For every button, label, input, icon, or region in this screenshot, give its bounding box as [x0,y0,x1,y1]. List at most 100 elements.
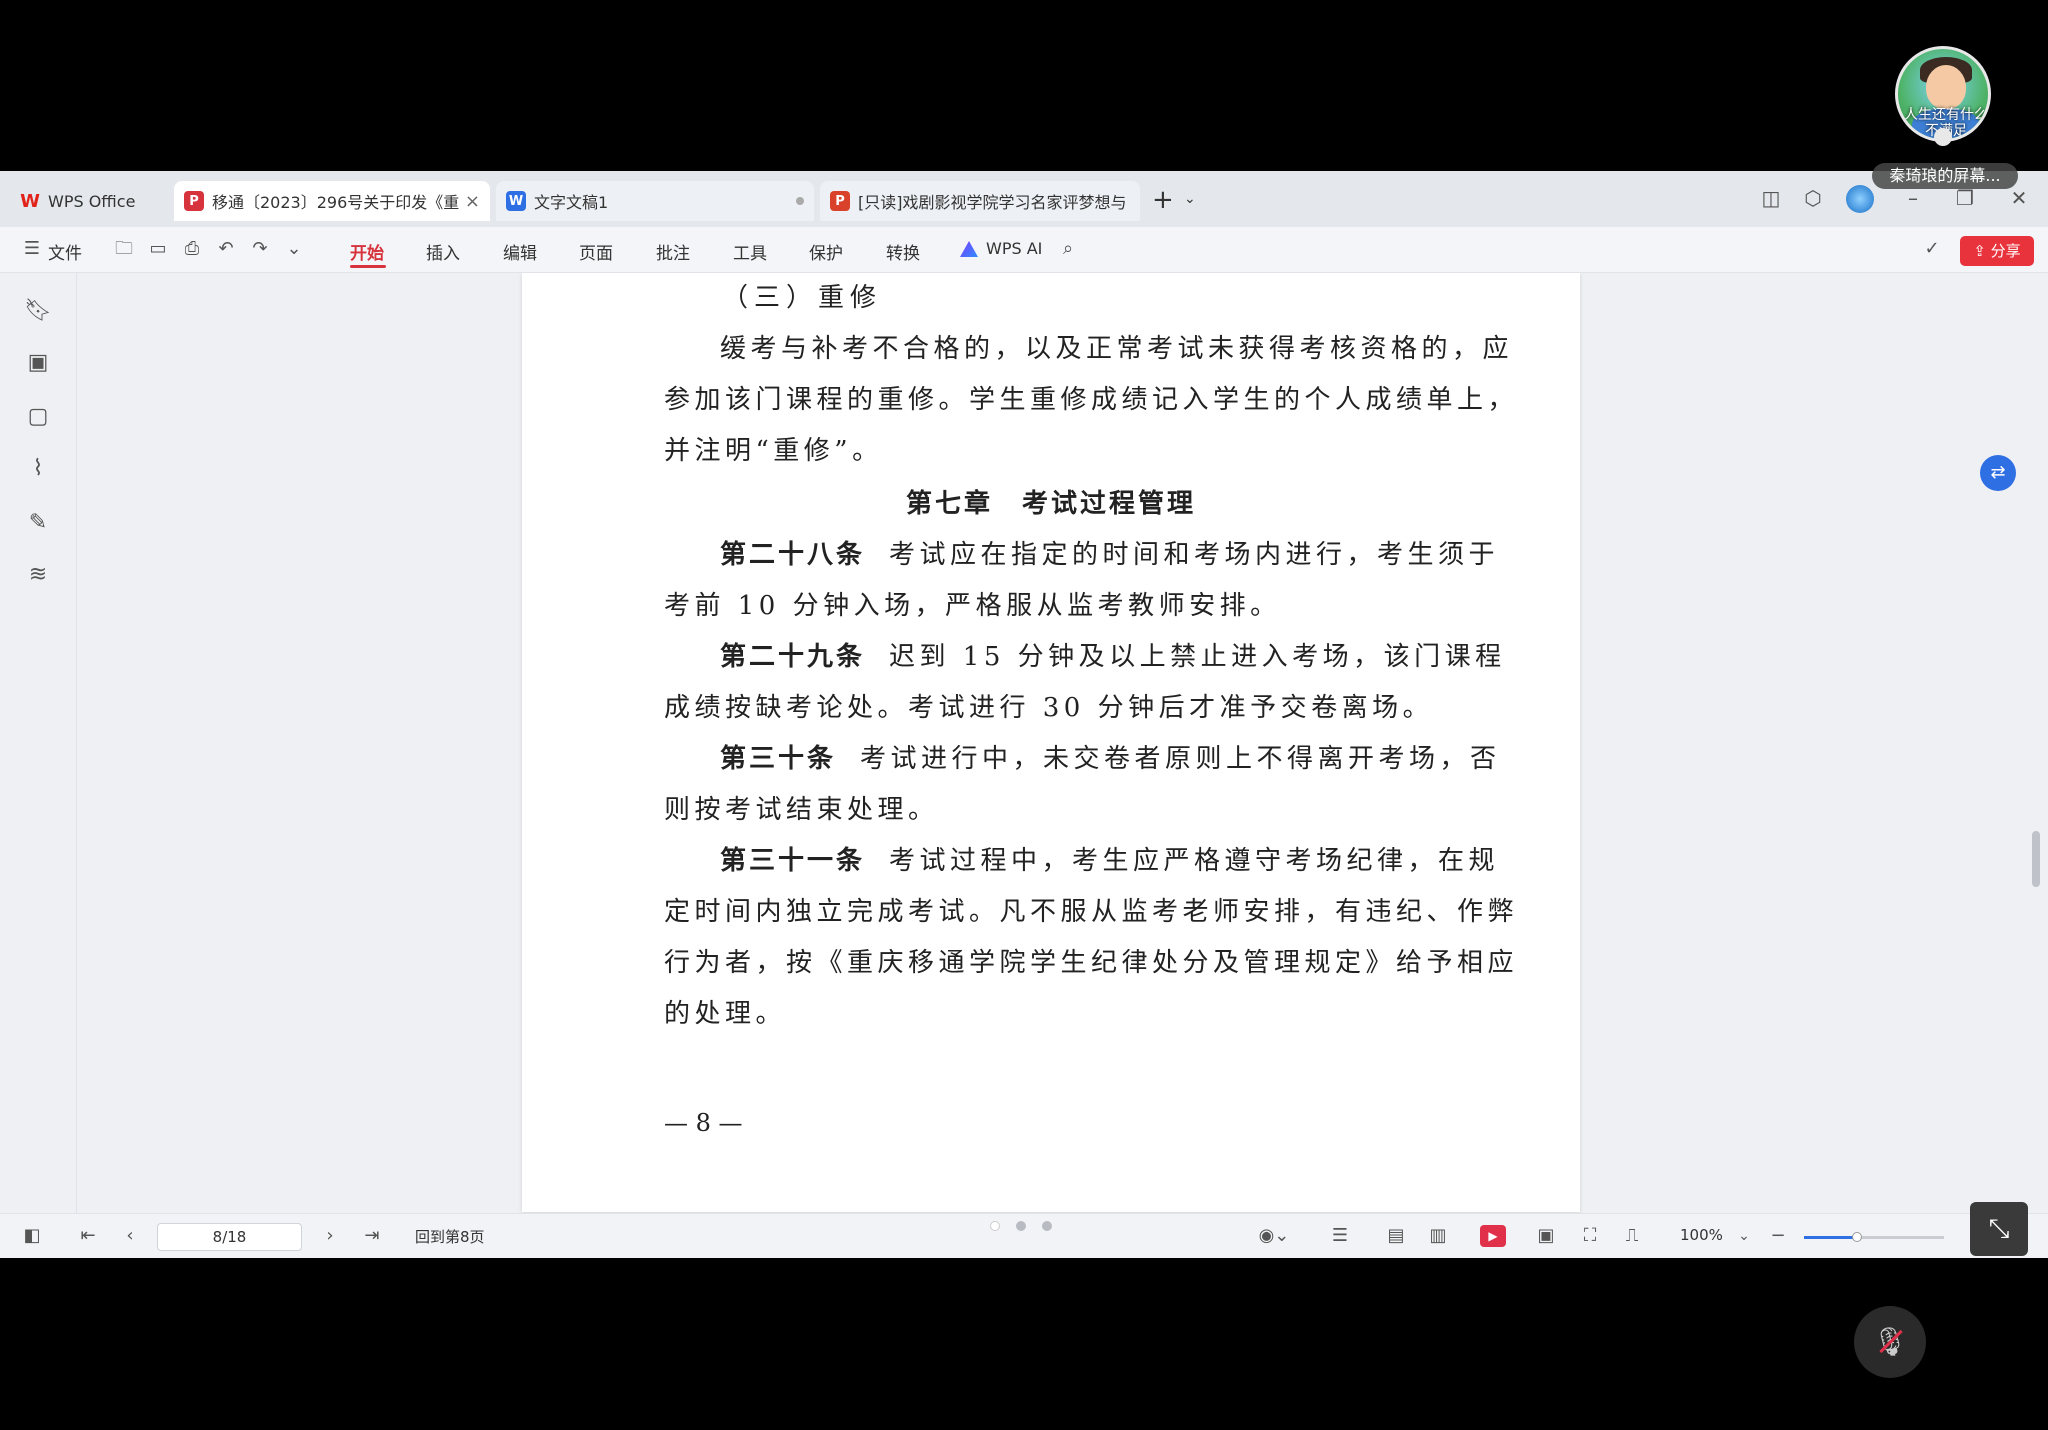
presenter-label: 秦琦琅的屏幕... [1872,163,2018,189]
tab-protect[interactable]: 保护 [809,239,843,264]
share-button[interactable]: ⇪ 分享 [1960,236,2034,266]
page-number-input[interactable]: 8/18 [157,1223,302,1251]
indicator-dot[interactable] [1016,1221,1026,1231]
comment-icon[interactable]: ▢ [24,403,52,431]
open-folder-icon[interactable]: 🗀 [112,237,136,261]
next-page-icon[interactable]: › [318,1224,342,1248]
document-page[interactable]: （三）重修 缓考与补考不合格的，以及正常考试未获得考核资格的，应 参加该门课程的… [522,273,1580,1212]
text-line: 第二十九条 迟到 15 分钟及以上禁止进入考场，该门课程 [664,632,1501,683]
text-line: 并注明“重修”。 [664,436,883,466]
attachment-icon[interactable]: ⌇ [24,455,52,483]
zoom-out-icon[interactable]: − [1766,1224,1790,1248]
ppt-file-icon: P [830,191,850,211]
expand-screen-icon[interactable]: ⤡ [1970,1202,2028,1256]
article-text: 迟到 15 分钟及以上禁止进入考场，该门课程 [889,642,1506,672]
text-line: 第三十一条 考试过程中，考生应严格遵守考场纪律，在规 [664,836,1495,887]
tab-wps-office[interactable]: W WPS Office [10,181,170,221]
wps-logo-icon: W [20,190,40,212]
last-page-icon[interactable]: ⇥ [360,1224,384,1248]
chapter-title: 第七章 考试过程管理 [905,489,1196,519]
tab-edit[interactable]: 编辑 [503,239,537,264]
reading-mode-icon[interactable]: ⎍ [1620,1224,1644,1248]
wps-ai-logo-icon [960,241,978,257]
text-line: 参加该门课程的重修。学生重修成绩记入学生的个人成绩单上， [664,385,1519,415]
first-page-icon[interactable]: ⇤ [76,1224,100,1248]
tab-document[interactable]: W 文字文稿1 [496,181,814,221]
article-30: 第三十条 考试进行中，未交卷者原则上不得离开考场，否 则按考试结束处理。 [664,734,1496,836]
zoom-slider[interactable] [1804,1232,1944,1242]
tab-insert[interactable]: 插入 [426,239,460,264]
zoom-level[interactable]: 100% [1680,1226,1723,1244]
article-label: 第三十条 [720,744,837,774]
prev-page-icon[interactable]: ‹ [118,1224,142,1248]
search-icon[interactable]: ⌕ [1056,237,1080,261]
tab-label: [只读]戏剧影视学院学习名家评梦想与 [858,193,1127,212]
translate-float-icon[interactable]: ⇄ [1980,455,2016,491]
vertical-scrollbar-thumb[interactable] [2032,831,2040,887]
eye-icon[interactable]: ◉⌄ [1256,1224,1292,1248]
zoom-chevron-icon[interactable]: ⌄ [1732,1224,1756,1248]
redo-icon[interactable]: ↷ [248,237,272,261]
undo-icon[interactable]: ↶ [214,237,238,261]
save-icon[interactable]: ▭ [146,237,170,261]
zoom-slider-fill [1804,1236,1858,1239]
tab-label: 文字文稿1 [534,193,609,212]
word-file-icon: W [506,191,526,211]
text-line: 成绩按缺考论处。考试进行 30 分钟后才准予交卷离场。 [664,693,1434,723]
tab-document-readonly[interactable]: P [只读]戏剧影视学院学习名家评梦想与 [820,181,1140,221]
continuous-view-icon[interactable]: ☰ [1328,1224,1352,1248]
cube-icon[interactable]: ⬡ [1800,185,1826,211]
back-to-page-link[interactable]: 回到第8页 [415,1226,485,1247]
article-text: 考试进行中，未交卷者原则上不得离开考场，否 [860,744,1501,774]
tab-review[interactable]: 批注 [656,239,690,264]
signature-icon[interactable]: ✎ [24,509,52,537]
document-canvas[interactable]: （三）重修 缓考与补考不合格的，以及正常考试未获得考核资格的，应 参加该门课程的… [78,273,2028,1213]
tab-convert[interactable]: 转换 [886,239,920,264]
bookmark-icon[interactable]: 🔖︎ [24,297,52,325]
text-line: 则按考试结束处理。 [664,795,939,825]
article-text: 考试过程中，考生应严格遵守考场纪律，在规 [889,846,1500,876]
menu-icon[interactable]: ☰ [20,237,44,261]
single-page-icon[interactable]: ▤ [1384,1224,1408,1248]
sidebar-toggle-icon[interactable]: ◧ [20,1224,44,1248]
layers-icon[interactable]: ≋ [24,561,52,589]
mute-mic-icon[interactable]: 🎙︎ [1854,1306,1926,1378]
tab-start[interactable]: 开始 [350,239,384,264]
wps-ai-button[interactable]: WPS AI [986,239,1042,258]
text-line: 行为者，按《重庆移通学院学生纪律处分及管理规定》给予相应 [664,948,1519,978]
ribbon: ☰ 文件 🗀 ▭ ⎙ ↶ ↷ ⌄ 开始 插入 编辑 页面 批注 工具 保护 转换… [0,227,2048,273]
file-menu[interactable]: 文件 [48,239,82,264]
close-window-icon[interactable]: ✕ [2006,185,2032,211]
close-tab-icon[interactable]: × [465,191,480,212]
thumbnail-icon[interactable]: ▣ [24,349,52,377]
text-line: 缓考与补考不合格的，以及正常考试未获得考核资格的，应 [664,324,1509,375]
tab-label: 移通〔2023〕296号关于印发《重 [212,193,460,212]
tab-page[interactable]: 页面 [579,239,613,264]
text-line: 第二十八条 考试应在指定的时间和考场内进行，考生须于 [664,530,1495,581]
new-tab-icon[interactable]: + [1152,185,1174,215]
cloud-sync-icon[interactable]: ✓ [1920,237,1944,261]
print-icon[interactable]: ⎙ [180,237,204,261]
fullscreen-icon[interactable]: ⛶ [1578,1224,1602,1248]
page-number: — 8 — [664,1109,743,1137]
page-indicator-dots [990,1221,1052,1231]
indicator-dot[interactable] [1042,1221,1052,1231]
two-page-icon[interactable]: ▥ [1426,1224,1450,1248]
play-slideshow-icon[interactable]: ▶ [1480,1225,1506,1247]
tab-tools[interactable]: 工具 [733,239,767,264]
status-bar: ◧ ⇤ ‹ 8/18 › ⇥ 回到第8页 ◉⌄ ☰ ▤ ▥ ▶ ▣ ⛶ ⎍ 10… [0,1213,2048,1258]
layout-icon[interactable]: ◫ [1758,185,1784,211]
tab-label: WPS Office [48,191,136,211]
quick-access-chevron-icon[interactable]: ⌄ [282,237,306,261]
zoom-slider-knob[interactable] [1852,1232,1863,1242]
tab-bar: W WPS Office P 移通〔2023〕296号关于印发《重 × W 文字… [0,171,2048,227]
screen-share-top-bar [0,0,2048,171]
article-text: 考试应在指定的时间和考场内进行，考生须于 [889,540,1500,570]
tab-document-active[interactable]: P 移通〔2023〕296号关于印发《重 × [174,181,490,221]
text-line: 考前 10 分钟入场，严格服从监考教师安排。 [664,591,1281,621]
left-sidebar: 🔖︎ ▣ ▢ ⌇ ✎ ≋ [0,273,77,1213]
fit-width-icon[interactable]: ▣ [1534,1224,1558,1248]
user-avatar[interactable] [1846,185,1874,213]
indicator-dot[interactable] [990,1221,1000,1231]
tab-list-chevron-icon[interactable]: ⌄ [1184,191,1196,207]
